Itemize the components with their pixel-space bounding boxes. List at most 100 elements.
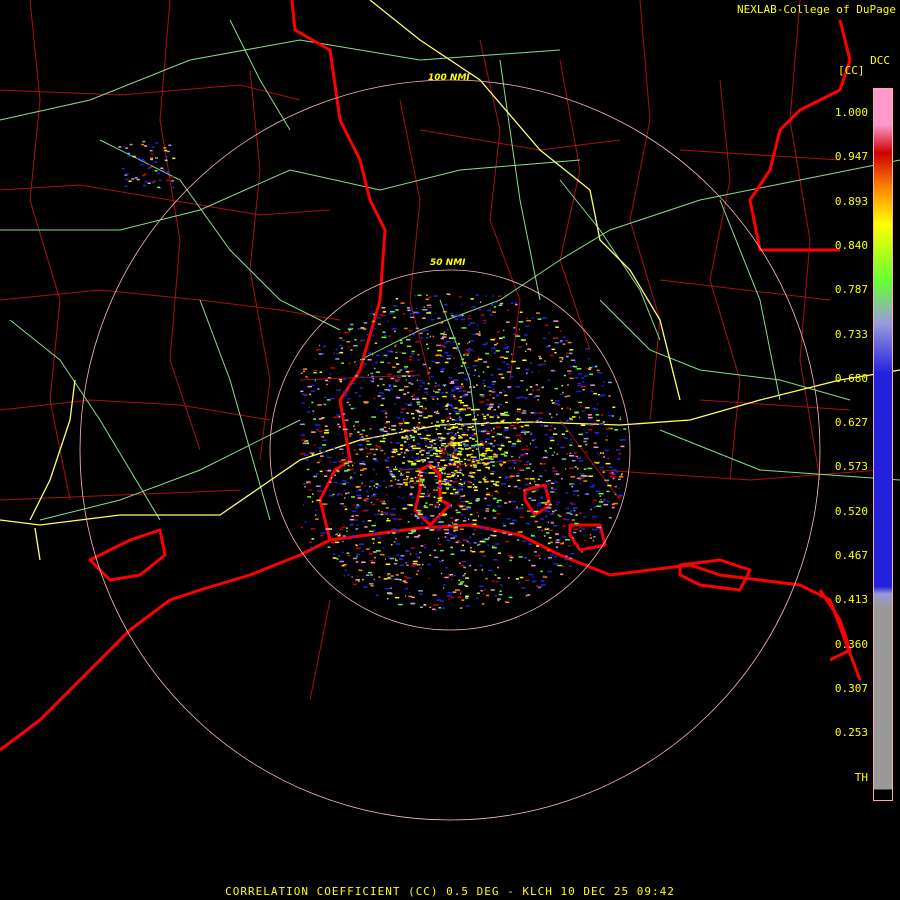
echo-pixel: [435, 438, 439, 440]
echo-pixel: [426, 337, 430, 339]
echo-pixel: [341, 551, 344, 554]
echo-pixel: [401, 408, 406, 410]
echo-pixel: [463, 480, 467, 483]
echo-pixel: [467, 480, 471, 483]
echo-pixel: [443, 331, 446, 333]
echo-pixel: [555, 400, 560, 402]
echo-pixel: [468, 341, 470, 343]
echo-pixel: [524, 334, 528, 336]
echo-pixel: [375, 498, 379, 501]
echo-pixel: [414, 429, 419, 431]
echo-pixel: [501, 443, 504, 445]
echo-pixel: [344, 331, 349, 334]
echo-pixel: [481, 314, 485, 316]
echo-pixel: [338, 416, 341, 418]
echo-pixel: [451, 574, 456, 577]
echo-pixel: [460, 365, 464, 367]
echo-pixel: [503, 357, 508, 359]
echo-pixel: [580, 424, 586, 426]
echo-pixel: [466, 540, 469, 543]
echo-pixel: [479, 454, 482, 456]
echo-pixel: [501, 377, 505, 379]
echo-pixel: [572, 416, 576, 418]
echo-pixel: [380, 428, 384, 430]
echo-pixel: [493, 427, 495, 430]
echo-pixel: [417, 294, 422, 297]
echo-pixel: [336, 414, 340, 416]
echo-pixel: [455, 412, 460, 415]
echo-pixel: [420, 606, 423, 608]
echo-pixel: [549, 513, 554, 515]
echo-pixel: [507, 492, 510, 494]
echo-pixel: [375, 317, 381, 319]
echo-pixel: [344, 481, 350, 484]
echo-pixel: [494, 301, 498, 304]
echo-pixel: [444, 472, 446, 475]
echo-pixel: [522, 410, 527, 412]
echo-pixel: [485, 352, 489, 355]
echo-pixel: [459, 478, 462, 481]
echo-pixel: [367, 495, 369, 497]
echo-pixel: [458, 583, 463, 586]
echo-pixel: [490, 374, 494, 376]
echo-pixel: [519, 576, 524, 579]
echo-pixel: [373, 397, 376, 400]
echo-pixel: [456, 511, 461, 514]
echo-pixel: [433, 411, 437, 413]
echo-pixel: [429, 606, 432, 609]
echo-pixel: [424, 546, 426, 549]
echo-pixel: [369, 546, 372, 549]
echo-pixel: [555, 326, 559, 328]
echo-pixel: [164, 149, 168, 152]
echo-pixel: [547, 510, 551, 513]
echo-pixel: [351, 515, 355, 517]
echo-pixel: [404, 452, 406, 454]
state-borders: [0, 0, 862, 752]
echo-pixel: [467, 373, 470, 375]
echo-pixel: [316, 499, 321, 502]
echo-pixel: [494, 440, 496, 442]
echo-pixel: [598, 460, 600, 463]
echo-pixel: [423, 472, 428, 474]
echo-pixel: [604, 479, 609, 482]
echo-pixel: [453, 357, 455, 359]
echo-pixel: [395, 530, 400, 532]
echo-pixel: [387, 592, 393, 595]
echo-pixel: [540, 496, 543, 498]
echo-pixel: [407, 307, 410, 309]
echo-pixel: [467, 407, 472, 409]
echo-pixel: [303, 368, 308, 370]
echo-pixel: [539, 357, 542, 360]
echo-pixel: [494, 545, 496, 547]
echo-pixel: [459, 469, 462, 471]
echo-pixel: [432, 608, 436, 611]
echo-pixel: [549, 553, 551, 556]
echo-pixel: [341, 526, 346, 529]
echo-pixel: [417, 513, 423, 515]
echo-pixel: [570, 438, 572, 441]
echo-pixel: [411, 565, 416, 567]
echo-pixel: [422, 478, 425, 481]
echo-pixel: [511, 443, 517, 445]
echo-pixel: [417, 354, 420, 356]
echo-pixel: [449, 533, 453, 536]
echo-pixel: [495, 484, 499, 487]
echo-pixel: [589, 533, 592, 536]
echo-pixel: [419, 411, 423, 414]
echo-pixel: [525, 478, 529, 480]
echo-pixel: [430, 422, 433, 424]
echo-pixel: [548, 500, 550, 502]
echo-pixel: [538, 529, 541, 531]
echo-pixel: [505, 476, 508, 478]
echo-pixel: [414, 514, 417, 516]
echo-pixel: [361, 460, 366, 463]
echo-pixel: [569, 377, 574, 380]
echo-pixel: [434, 556, 439, 559]
echo-pixel: [405, 550, 410, 553]
echo-pixel: [347, 492, 350, 494]
echo-pixel: [479, 401, 485, 403]
echo-pixel: [535, 555, 540, 557]
echo-pixel: [466, 454, 471, 456]
echo-pixel: [350, 349, 353, 351]
echo-pixel: [448, 506, 453, 508]
